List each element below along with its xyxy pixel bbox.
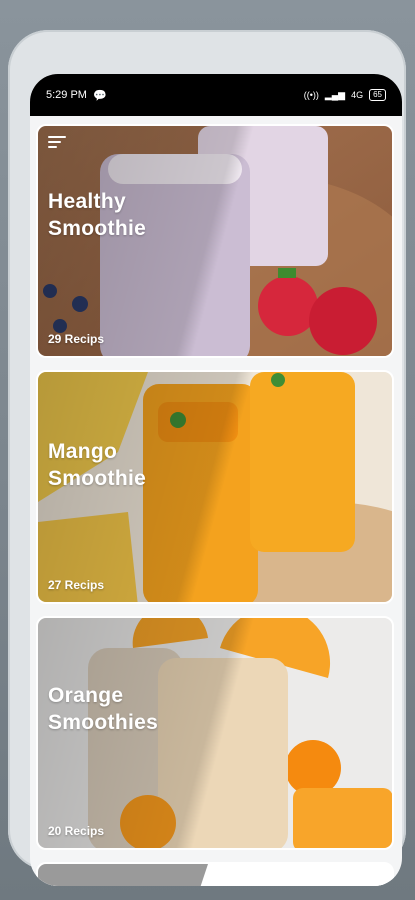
battery-level: 65: [373, 90, 382, 99]
category-card-healthy-smoothie[interactable]: Healthy Smoothie 29 Recips: [36, 124, 394, 358]
app-screen: 5:29 PM 💬 ((•)) ▂▄▆ 4G 65 Healthy Smooth…: [30, 74, 402, 886]
network-label: 4G: [351, 90, 364, 100]
phone-frame: 5:29 PM 💬 ((•)) ▂▄▆ 4G 65 Healthy Smooth…: [8, 30, 406, 886]
card-recipe-count: 20 Recips: [48, 824, 105, 838]
category-card-mango-smoothie[interactable]: Mango Smoothie 27 Recips: [36, 370, 394, 604]
category-card-partial[interactable]: [36, 862, 394, 886]
menu-icon[interactable]: [48, 136, 66, 148]
category-list: Healthy Smoothie 29 Recips Mango Smoothi…: [36, 124, 396, 886]
signal-icon: ▂▄▆: [324, 89, 346, 100]
card-title: Healthy Smoothie: [48, 190, 147, 240]
card-title: Mango Smoothie: [48, 440, 147, 490]
status-left: 5:29 PM 💬: [46, 89, 107, 102]
status-right: ((•)) ▂▄▆ 4G 65: [304, 89, 386, 101]
chat-icon: 💬: [92, 89, 107, 102]
card-recipe-count: 27 Recips: [48, 578, 105, 592]
status-bar: 5:29 PM 💬 ((•)) ▂▄▆ 4G 65: [30, 74, 402, 116]
wifi-icon: ((•)): [303, 90, 319, 100]
battery-icon: 65: [369, 89, 386, 101]
partial-card-image: [38, 864, 392, 886]
status-time: 5:29 PM: [46, 89, 87, 101]
card-recipe-count: 29 Recips: [48, 332, 105, 346]
card-title: Orange Smoothies: [48, 684, 159, 734]
category-card-orange-smoothies[interactable]: Orange Smoothies 20 Recips: [36, 616, 394, 850]
